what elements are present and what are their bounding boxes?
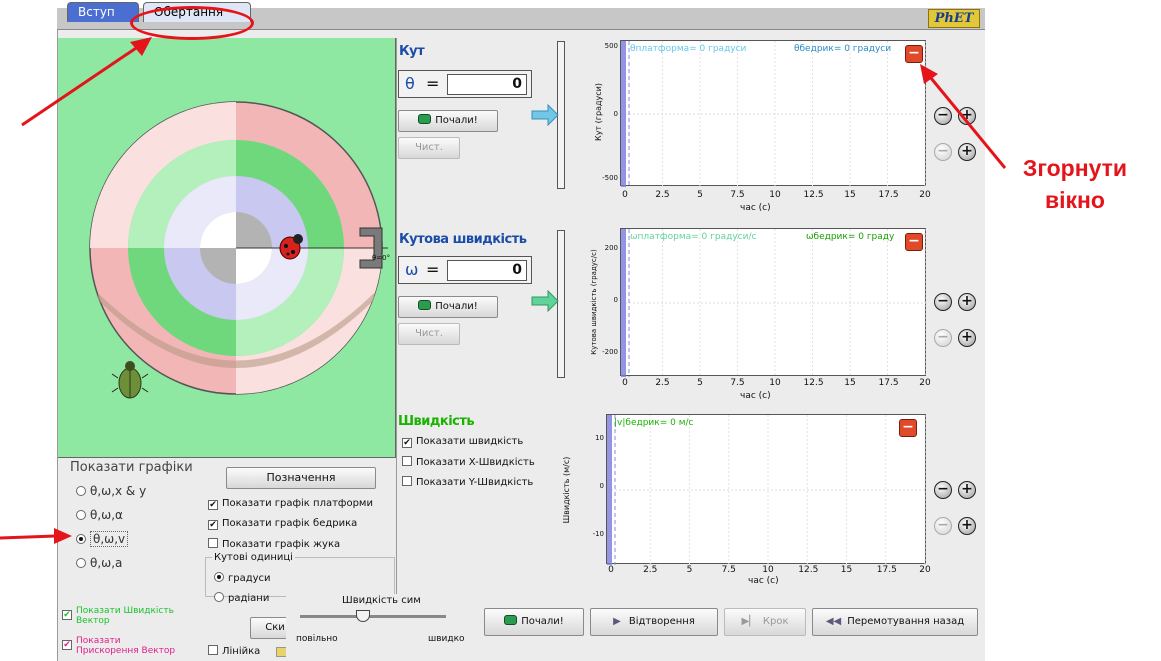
xtick-label: 5: [686, 565, 693, 575]
xtick-label: 7.5: [730, 190, 745, 200]
annotation-arrows: [0, 37, 1007, 544]
xtick-label: 7.5: [721, 565, 736, 575]
xtick-label: 12.5: [803, 378, 824, 388]
xtick-label: 10: [762, 565, 774, 575]
xtick-label: 0: [608, 565, 614, 575]
xtick-label: 5: [697, 190, 703, 200]
xtick-label: 20: [919, 190, 931, 200]
xtick-label: 0: [622, 378, 628, 388]
xtick-label: 12.5: [803, 190, 824, 200]
xtick-label: 2.5: [643, 565, 658, 575]
xtick-label: 17.5: [876, 565, 897, 575]
xtick-label: 17.5: [878, 378, 899, 388]
xtick-label: 7.5: [730, 378, 745, 388]
xtick-label: 10: [769, 378, 781, 388]
xtick-label: 15: [840, 565, 853, 575]
minimize-callout: Згорнути вікно: [1022, 155, 1128, 213]
xtick-label: 10: [769, 190, 781, 200]
xtick-label: 20: [919, 565, 931, 575]
xtick-label: 20: [919, 378, 931, 388]
xtick-label: 12.5: [798, 565, 819, 575]
xtick-label: 17.5: [878, 190, 899, 200]
xtick-label: 5: [697, 378, 703, 388]
xtick-label: 2.5: [655, 190, 670, 200]
xtick-label: 15: [844, 190, 856, 200]
xtick-label: 2.5: [655, 378, 670, 388]
xtick-label: 0: [622, 190, 628, 200]
xtick-label: 15: [844, 378, 856, 388]
